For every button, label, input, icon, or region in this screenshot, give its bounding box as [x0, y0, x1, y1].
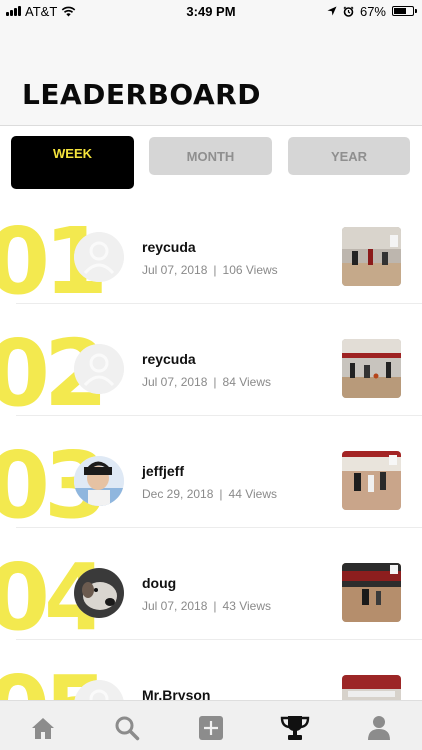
tab-year[interactable]: YEAR — [288, 137, 410, 175]
user-placeholder-avatar[interactable] — [74, 344, 124, 394]
battery-icon — [392, 6, 417, 16]
page-title: LEADERBOARD — [22, 78, 261, 111]
username[interactable]: reycuda — [142, 351, 196, 367]
post-date: Dec 29, 2018 — [142, 487, 214, 501]
gym-thumbnail-image — [342, 339, 401, 398]
leaderboard-row[interactable]: 05 Mr.Bryson — [0, 640, 422, 700]
leaderboard-list: 01 reycuda Jul 07, 2018 | 106 Views 02 r… — [0, 192, 422, 700]
child-photo-image — [74, 456, 124, 506]
wifi-icon — [62, 6, 76, 16]
video-thumbnail[interactable] — [342, 451, 401, 510]
profile-icon — [368, 716, 390, 740]
user-photo-avatar[interactable] — [74, 456, 124, 506]
user-placeholder-icon — [74, 344, 124, 394]
bottom-tab-bar — [0, 700, 422, 750]
status-bar: AT&T 3:49 PM 67% — [0, 0, 422, 22]
nav-leaderboard[interactable] — [280, 713, 310, 743]
username[interactable]: jeffjeff — [142, 463, 184, 479]
post-meta: Jul 07, 2018 | 106 Views — [142, 263, 278, 277]
leaderboard-row[interactable]: 04 doug Jul 07, 2018 | 43 Views — [0, 528, 422, 644]
view-count: 44 Views — [228, 487, 277, 501]
dog-photo-image — [74, 568, 124, 618]
meta-separator: | — [219, 487, 223, 501]
username[interactable]: Mr.Bryson — [142, 687, 210, 700]
status-right: 67% — [327, 4, 422, 19]
user-placeholder-avatar[interactable] — [74, 232, 124, 282]
meta-separator: | — [213, 599, 217, 613]
view-count: 43 Views — [222, 599, 271, 613]
nav-search[interactable] — [112, 713, 142, 743]
nav-profile[interactable] — [364, 713, 394, 743]
page-header: LEADERBOARD — [0, 22, 422, 126]
username[interactable]: reycuda — [142, 239, 196, 255]
leaderboard-row[interactable]: 02 reycuda Jul 07, 2018 | 84 Views — [0, 304, 422, 420]
search-icon — [115, 716, 140, 741]
nav-add[interactable] — [196, 713, 226, 743]
view-count: 84 Views — [222, 375, 271, 389]
username[interactable]: doug — [142, 575, 176, 591]
video-thumbnail[interactable] — [342, 339, 401, 398]
leaderboard-row[interactable]: 01 reycuda Jul 07, 2018 | 106 Views — [0, 192, 422, 308]
video-thumbnail[interactable] — [342, 675, 401, 700]
battery-percent: 67% — [359, 3, 386, 19]
leaderboard-row[interactable]: 03 jeffjeff Dec 29, 2018 | 44 Views — [0, 416, 422, 532]
trophy-icon — [280, 716, 310, 740]
post-date: Jul 07, 2018 — [142, 375, 208, 389]
post-meta: Dec 29, 2018 | 44 Views — [142, 487, 277, 501]
gym-thumbnail-image — [342, 675, 401, 700]
post-date: Jul 07, 2018 — [142, 599, 208, 613]
video-thumbnail[interactable] — [342, 563, 401, 622]
post-meta: Jul 07, 2018 | 43 Views — [142, 599, 271, 613]
alarm-icon — [343, 6, 354, 17]
meta-separator: | — [213, 263, 217, 277]
home-icon — [32, 718, 54, 739]
gym-thumbnail-image — [342, 227, 401, 286]
user-placeholder-icon — [74, 232, 124, 282]
tab-week[interactable]: WEEK — [11, 136, 134, 189]
status-left: AT&T — [0, 4, 76, 19]
meta-separator: | — [213, 375, 217, 389]
post-meta: Jul 07, 2018 | 84 Views — [142, 375, 271, 389]
tab-month[interactable]: MONTH — [149, 137, 272, 175]
location-arrow-icon — [327, 6, 337, 16]
signal-strength-icon — [6, 6, 21, 16]
gym-thumbnail-image — [342, 563, 401, 622]
carrier-label: AT&T — [25, 3, 58, 19]
video-thumbnail[interactable] — [342, 227, 401, 286]
view-count: 106 Views — [222, 263, 278, 277]
battery-fill — [394, 8, 407, 14]
add-icon — [199, 716, 223, 740]
period-tabs: WEEK MONTH YEAR — [0, 126, 422, 192]
nav-home[interactable] — [28, 713, 58, 743]
post-date: Jul 07, 2018 — [142, 263, 208, 277]
gym-thumbnail-image — [342, 451, 401, 510]
user-photo-avatar[interactable] — [74, 568, 124, 618]
